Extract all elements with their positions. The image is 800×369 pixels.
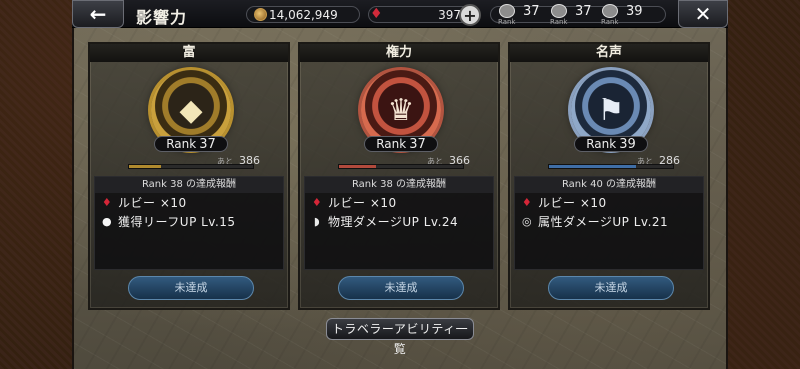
rank-value: 37 — [199, 137, 216, 152]
wealth-rank-value: 37 — [523, 4, 540, 19]
rank-badge: Rank 39 — [574, 136, 648, 152]
power-rank-icon — [551, 4, 567, 18]
reward-label: 物理ダメージUP Lv.24 — [328, 215, 459, 229]
reward-item: ♦ ルビー ×10 — [305, 193, 493, 212]
status-button[interactable]: 未達成 — [338, 276, 464, 300]
ruby-count: 397 — [438, 7, 461, 22]
close-button[interactable]: ✕ — [678, 0, 728, 28]
reward-panel: Rank 38 の達成報酬 ♦ ルビー ×10 ◗ 物理ダメージUP Lv.24 — [304, 176, 494, 270]
status-button[interactable]: 未達成 — [548, 276, 674, 300]
rank-value: 37 — [409, 137, 426, 152]
rank-progress-fill — [129, 165, 162, 168]
rank-label: Rank — [376, 137, 407, 151]
physical-damage-icon: ◗ — [313, 214, 321, 228]
reward-item: ♦ ルビー ×10 — [515, 193, 703, 212]
ruby-icon: ♦ — [311, 195, 323, 209]
power-rank-value: 37 — [575, 4, 592, 19]
card-title: 権力 — [300, 44, 498, 62]
rank-progress-bar — [338, 164, 464, 169]
plus-icon: + — [463, 5, 477, 25]
reward-panel: Rank 40 の達成報酬 ♦ ルビー ×10 ◎ 属性ダメージUP Lv.21 — [514, 176, 704, 270]
back-button[interactable]: ← — [72, 0, 124, 28]
card-title: 名声 — [510, 44, 708, 62]
leaf-icon: ● — [101, 214, 113, 228]
reward-panel: Rank 38 の達成報酬 ♦ ルビー ×10 ● 獲得リーフUP Lv.15 — [94, 176, 284, 270]
reward-item: ● 獲得リーフUP Lv.15 — [95, 212, 283, 231]
fame-rank-icon — [602, 4, 618, 18]
ruby-icon: ♦ — [370, 6, 383, 22]
rank-badge: Rank 37 — [154, 136, 228, 152]
rank-label: Rank — [586, 137, 617, 151]
rank-progress-fill — [339, 165, 377, 168]
wealth-rank-icon — [499, 4, 515, 18]
back-arrow-icon: ← — [89, 2, 107, 26]
attribute-damage-icon: ◎ — [521, 214, 533, 228]
card-title: 富 — [90, 44, 288, 62]
power-card: 権力 ♛ Rank 37 あと 366 Rank 38 の達成報酬 ♦ ルビー ×1… — [298, 42, 500, 310]
rank-progress-bar — [128, 164, 254, 169]
leaf-count: 14,062,949 — [269, 7, 338, 22]
rank-value: 39 — [619, 137, 636, 152]
reward-item: ◗ 物理ダメージUP Lv.24 — [305, 212, 493, 231]
reward-label: 属性ダメージUP Lv.21 — [538, 215, 669, 229]
ruby-icon: ♦ — [521, 195, 533, 209]
rank-caption: Rank — [601, 18, 619, 26]
close-icon: ✕ — [694, 2, 712, 26]
rank-caption: Rank — [550, 18, 568, 26]
fame-rank-value: 39 — [626, 4, 643, 19]
page-title: 影響力 — [136, 8, 188, 27]
reward-label: ルビー ×10 — [328, 196, 397, 210]
traveler-ability-list-button[interactable]: トラベラーアビリティ一覧 — [326, 318, 474, 356]
reward-item: ◎ 属性ダメージUP Lv.21 — [515, 212, 703, 231]
reward-title: Rank 40 の達成報酬 — [515, 177, 703, 193]
rank-progress-fill — [549, 165, 636, 168]
reward-title: Rank 38 の達成報酬 — [305, 177, 493, 193]
ruby-icon: ♦ — [101, 195, 113, 209]
rank-label: Rank — [166, 137, 197, 151]
leaf-coin-icon — [254, 8, 267, 21]
rank-badge: Rank 37 — [364, 136, 438, 152]
reward-label: 獲得リーフUP Lv.15 — [118, 215, 236, 229]
reward-label: ルビー ×10 — [118, 196, 187, 210]
fame-card: 名声 ⚑ Rank 39 あと 286 Rank 40 の達成報酬 ♦ ルビー ×1… — [508, 42, 710, 310]
add-ruby-button[interactable]: + — [459, 4, 481, 26]
rank-caption: Rank — [498, 18, 516, 26]
reward-title: Rank 38 の達成報酬 — [95, 177, 283, 193]
status-button[interactable]: 未達成 — [128, 276, 254, 300]
reward-label: ルビー ×10 — [538, 196, 607, 210]
wealth-card: 富 ◆ Rank 37 あと 386 Rank 38 の達成報酬 ♦ ルビー ×10… — [88, 42, 290, 310]
reward-item: ♦ ルビー ×10 — [95, 193, 283, 212]
rank-progress-bar — [548, 164, 674, 169]
